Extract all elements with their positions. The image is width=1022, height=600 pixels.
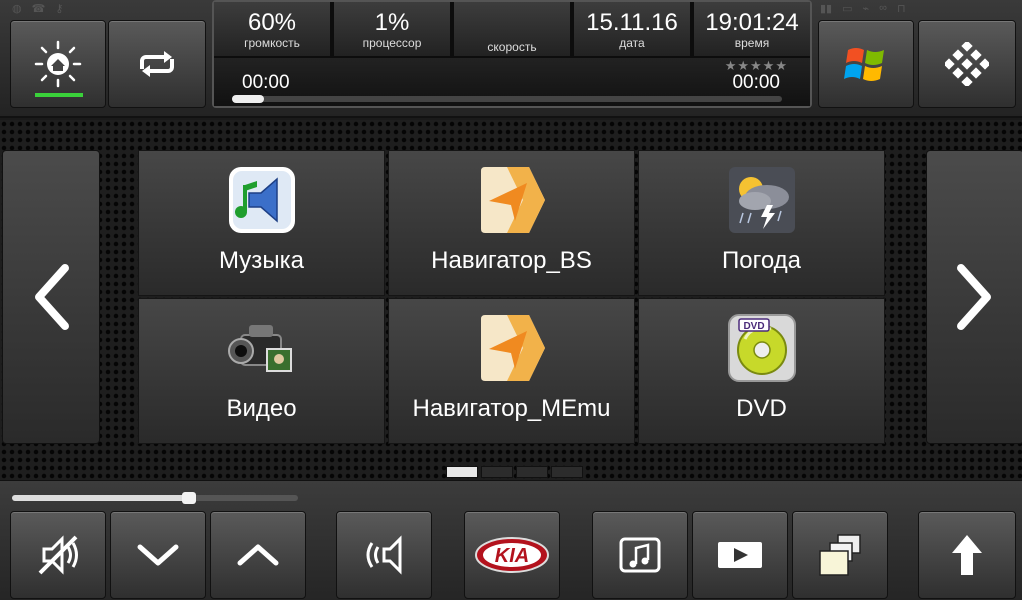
page-dot[interactable] (551, 466, 583, 478)
media-player-strip: 00:00 ★★★★★ 00:00 (214, 58, 810, 106)
chevron-down-icon (137, 544, 179, 566)
apps-grid-button[interactable] (918, 20, 1016, 108)
sound-settings-button[interactable] (336, 511, 432, 599)
volume-up-button[interactable] (210, 511, 306, 599)
app-launcher-area: Музыка Навигатор_BS Погода Видео Навигат… (0, 120, 1022, 480)
page-dot[interactable] (481, 466, 513, 478)
usb-icon: ⌁ (862, 3, 870, 15)
cpu-value: 1% (374, 9, 410, 36)
volume-label: громкость (244, 36, 300, 50)
time-value: 19:01:24 (705, 9, 799, 36)
multitask-button[interactable] (792, 511, 888, 599)
volume-down-button[interactable] (110, 511, 206, 599)
time-label: время (734, 36, 770, 50)
speaker-icon (366, 535, 402, 575)
track-progress-bar[interactable] (232, 95, 782, 103)
eject-up-button[interactable] (918, 511, 1016, 599)
volume-readout: 60% громкость (214, 2, 332, 56)
cpu-label: процессор (362, 36, 422, 50)
home-active-indicator (35, 93, 83, 97)
play-icon (718, 542, 762, 568)
tile-label: Музыка (219, 247, 304, 274)
tile-navigator-bs[interactable]: Навигатор_BS (388, 150, 635, 296)
tile-music[interactable]: Музыка (138, 150, 385, 296)
status-icons-right: ▮▮ ▭ ⌁ ∞ ⊓ (820, 2, 906, 16)
tile-label: Навигатор_BS (431, 247, 592, 274)
next-page-button[interactable] (926, 150, 1022, 444)
speed-label: скорость (487, 40, 537, 54)
weather-storm-icon (728, 167, 795, 233)
time-readout: 19:01:24 время (694, 2, 810, 56)
date-readout: 15.11.16 дата (574, 2, 692, 56)
windows-stack-icon (819, 534, 861, 576)
windows-button[interactable] (818, 20, 914, 108)
volume-knob[interactable] (182, 492, 196, 504)
music-player-button[interactable] (592, 511, 688, 599)
repeat-icon (140, 51, 174, 77)
chevron-up-icon (237, 544, 279, 566)
kia-logo-icon: KIA (475, 537, 549, 573)
phone-icon: ☎ (31, 3, 46, 15)
dvd-disc-icon: DVD (727, 314, 796, 382)
tile-weather[interactable]: Погода (638, 150, 885, 296)
volume-slider[interactable] (12, 492, 298, 504)
mute-icon (38, 535, 78, 575)
tile-label: Видео (226, 395, 297, 422)
top-bar: ◍ ☎ ⚷ ▮▮ ▭ ⌁ ∞ ⊓ 60% громкость 1% процес… (0, 0, 1022, 118)
tile-video[interactable]: Видео (138, 298, 385, 444)
svg-text:DVD: DVD (743, 321, 764, 332)
volume-value: 60% (247, 9, 297, 36)
globe-icon: ◍ (12, 3, 22, 15)
volume-fill (12, 495, 188, 501)
track-progress-knob[interactable] (232, 95, 264, 103)
bottom-bar: KIA (0, 480, 1022, 600)
chevron-right-icon (957, 264, 991, 330)
date-label: дата (619, 36, 645, 50)
video-player-button[interactable] (692, 511, 788, 599)
navigator-arrow-icon (480, 315, 545, 381)
mute-button[interactable] (10, 511, 106, 599)
navigator-arrow-icon (480, 167, 545, 233)
arrow-up-icon (952, 535, 982, 575)
tile-navigator-memu[interactable]: Навигатор_MEmu (388, 298, 635, 444)
status-icons-left: ◍ ☎ ⚷ (12, 2, 63, 16)
speed-readout: скорость (454, 2, 572, 56)
page-dot[interactable] (516, 466, 548, 478)
key-icon: ⚷ (55, 3, 64, 15)
date-value: 15.11.16 (586, 9, 678, 36)
tile-dvd[interactable]: DVD DVD (638, 298, 885, 444)
drive-icon: ▭ (842, 3, 853, 15)
home-button[interactable] (10, 20, 106, 108)
tile-label: DVD (736, 395, 787, 422)
page-dot[interactable] (446, 466, 478, 478)
tile-label: Погода (722, 247, 801, 274)
prev-page-button[interactable] (2, 150, 100, 444)
windows-logo-icon (844, 48, 884, 81)
svg-text:KIA: KIA (495, 545, 529, 567)
total-time: 00:00 (732, 72, 780, 93)
elapsed-time: 00:00 (242, 72, 290, 93)
video-camera-icon (227, 325, 292, 372)
cpu-readout: 1% процессор (334, 2, 452, 56)
switch-button[interactable] (108, 20, 206, 108)
grid-dots-icon (945, 42, 989, 86)
music-note-icon (619, 537, 661, 573)
music-speaker-icon (228, 167, 295, 233)
lock-icon: ⊓ (896, 3, 906, 15)
link-icon: ∞ (879, 2, 887, 14)
kia-logo-button[interactable]: KIA (464, 511, 560, 599)
signal-icon: ▮▮ (820, 3, 833, 15)
tile-label: Навигатор_MEmu (412, 395, 611, 422)
status-panel: 60% громкость 1% процессор скорость 15.1… (212, 0, 812, 108)
chevron-left-icon (35, 264, 69, 330)
home-sun-icon (34, 40, 82, 88)
page-indicator (446, 466, 583, 478)
